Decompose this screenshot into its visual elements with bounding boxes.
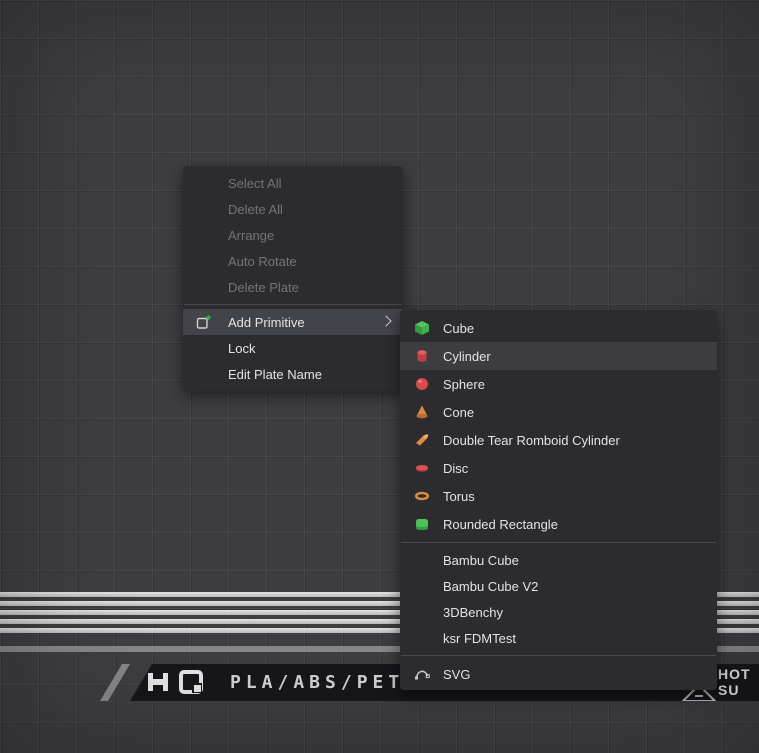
submenu-item-bambu-cube[interactable]: Bambu Cube xyxy=(400,547,717,573)
menu-item-label: Delete Plate xyxy=(228,280,299,295)
bambu-handle-logo-icon xyxy=(146,670,170,699)
hot-label-line1: HOT xyxy=(718,666,751,682)
disc-icon xyxy=(414,460,430,476)
submenu-item-svg[interactable]: SVG xyxy=(400,660,717,688)
menu-item-label: Lock xyxy=(228,341,255,356)
submenu-item-label: Cylinder xyxy=(443,349,491,364)
menu-item-add-primitive[interactable]: Add Primitive xyxy=(183,309,403,335)
menu-item-label: Arrange xyxy=(228,228,274,243)
submenu-item-label: Cone xyxy=(443,405,474,420)
submenu-item-cube[interactable]: Cube xyxy=(400,314,717,342)
submenu-item-label: Bambu Cube V2 xyxy=(443,579,538,594)
plate-q-logo-icon xyxy=(178,669,204,700)
submenu-item-label: Double Tear Romboid Cylinder xyxy=(443,433,620,448)
torus-icon xyxy=(414,488,430,504)
submenu-item-label: Cube xyxy=(443,321,474,336)
cone-icon xyxy=(414,404,430,420)
menu-item-label: Delete All xyxy=(228,202,283,217)
svg-icon xyxy=(414,666,430,682)
submenu-item-label: ksr FDMTest xyxy=(443,631,516,646)
submenu-item-bambu-cube-v2[interactable]: Bambu Cube V2 xyxy=(400,573,717,599)
submenu-item-rounded-rectangle[interactable]: Rounded Rectangle xyxy=(400,510,717,538)
submenu-item-3dbenchy[interactable]: 3DBenchy xyxy=(400,599,717,625)
submenu-item-sphere[interactable]: Sphere xyxy=(400,370,717,398)
submenu-item-disc[interactable]: Disc xyxy=(400,454,717,482)
submenu-item-label: Bambu Cube xyxy=(443,553,519,568)
rounded-rectangle-icon xyxy=(414,516,430,532)
submenu-item-label: SVG xyxy=(443,667,470,682)
plate-hot-surface-label: HOT SU xyxy=(718,666,759,698)
add-primitive-icon xyxy=(196,314,212,330)
cylinder-icon xyxy=(414,348,430,364)
menu-item-edit-plate-name[interactable]: Edit Plate Name xyxy=(183,361,403,387)
menu-item-lock[interactable]: Lock xyxy=(183,335,403,361)
context-menu: Select All Delete All Arrange Auto Rotat… xyxy=(183,166,403,391)
plate-type-label: PLA/ABS/PETG xyxy=(230,664,420,701)
menu-separator xyxy=(401,655,716,656)
cube-icon xyxy=(414,320,430,336)
menu-item-label: Select All xyxy=(228,176,281,191)
submenu-item-label: Torus xyxy=(443,489,475,504)
sphere-icon xyxy=(414,376,430,392)
menu-item-auto-rotate: Auto Rotate xyxy=(183,248,403,274)
submenu-item-torus[interactable]: Torus xyxy=(400,482,717,510)
submenu-item-ksr-fdmtest[interactable]: ksr FDMTest xyxy=(400,625,717,651)
menu-item-label: Auto Rotate xyxy=(228,254,297,269)
submenu-item-cylinder[interactable]: Cylinder xyxy=(400,342,717,370)
submenu-item-label: Disc xyxy=(443,461,468,476)
submenu-item-label: 3DBenchy xyxy=(443,605,503,620)
menu-separator xyxy=(401,542,716,543)
menu-item-label: Add Primitive xyxy=(228,315,305,330)
menu-item-label: Edit Plate Name xyxy=(228,367,322,382)
menu-item-delete-plate: Delete Plate xyxy=(183,274,403,300)
double-tear-romboid-cylinder-icon xyxy=(414,432,430,448)
menu-separator xyxy=(184,304,402,305)
hot-label-line2: SU xyxy=(718,682,739,698)
add-primitive-submenu: Cube Cylinder Sphere Cone xyxy=(400,310,717,690)
menu-item-select-all: Select All xyxy=(183,170,403,196)
menu-item-arrange: Arrange xyxy=(183,222,403,248)
submenu-item-label: Rounded Rectangle xyxy=(443,517,558,532)
submenu-item-cone[interactable]: Cone xyxy=(400,398,717,426)
submenu-item-double-tear-romboid-cylinder[interactable]: Double Tear Romboid Cylinder xyxy=(400,426,717,454)
submenu-item-label: Sphere xyxy=(443,377,485,392)
menu-item-delete-all: Delete All xyxy=(183,196,403,222)
submenu-arrow-icon xyxy=(380,315,391,326)
